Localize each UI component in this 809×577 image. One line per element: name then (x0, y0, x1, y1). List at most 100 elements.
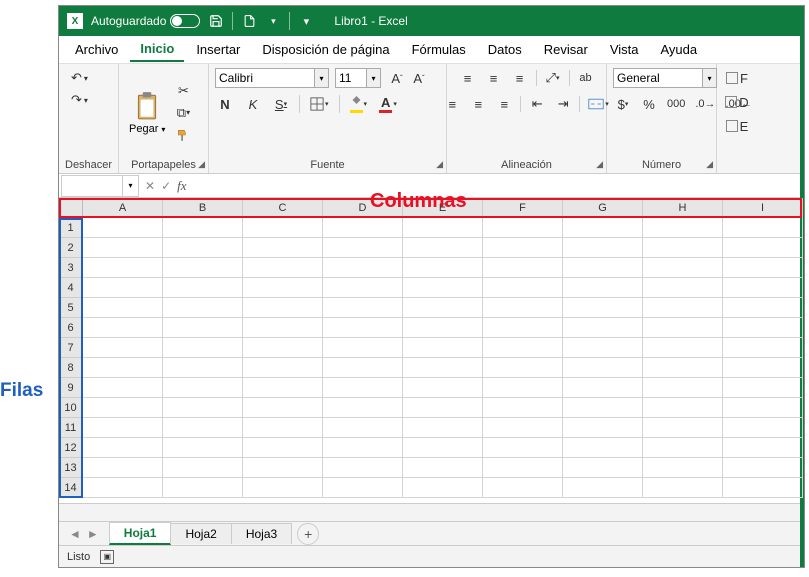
cell[interactable] (243, 398, 323, 418)
cell[interactable] (243, 418, 323, 438)
cell[interactable] (563, 218, 643, 238)
currency-button[interactable]: $ ▾ (613, 94, 633, 114)
name-box[interactable]: ▾ (61, 175, 139, 197)
horizontal-scrollbar[interactable] (59, 503, 804, 521)
cell[interactable] (403, 418, 483, 438)
cell[interactable] (243, 318, 323, 338)
cell[interactable] (643, 398, 723, 418)
fx-icon[interactable]: fx (177, 178, 186, 194)
chevron-down-icon[interactable]: ▾ (122, 176, 138, 196)
cell[interactable] (323, 278, 403, 298)
orientation-button[interactable]: ⤢▾ (543, 68, 563, 88)
cell[interactable] (323, 258, 403, 278)
cell[interactable] (563, 458, 643, 478)
cell[interactable] (563, 298, 643, 318)
column-header[interactable]: B (163, 198, 243, 218)
font-name-input[interactable] (215, 68, 315, 88)
cell[interactable] (163, 458, 243, 478)
cell[interactable] (723, 358, 803, 378)
cell[interactable] (163, 258, 243, 278)
cell[interactable] (323, 438, 403, 458)
decrease-indent-button[interactable]: ⇤ (527, 94, 547, 114)
cell[interactable] (323, 398, 403, 418)
cell[interactable] (243, 278, 323, 298)
cell[interactable] (723, 478, 803, 498)
chevron-down-icon[interactable]: ▾ (265, 13, 281, 29)
cell[interactable] (483, 258, 563, 278)
increase-indent-button[interactable]: ⇥ (553, 94, 573, 114)
cell[interactable] (163, 438, 243, 458)
align-top-button[interactable]: ≡ (458, 68, 478, 88)
cell[interactable] (243, 218, 323, 238)
menu-disposicion[interactable]: Disposición de página (252, 38, 399, 61)
font-color-button[interactable]: A▾ (377, 94, 399, 114)
cell[interactable] (163, 278, 243, 298)
cell[interactable] (83, 338, 163, 358)
cell[interactable] (723, 298, 803, 318)
cell[interactable] (83, 398, 163, 418)
cell[interactable] (643, 218, 723, 238)
cell[interactable] (483, 398, 563, 418)
cell[interactable] (83, 238, 163, 258)
cell[interactable] (83, 458, 163, 478)
cut-button[interactable]: ✂ (173, 81, 193, 101)
percent-button[interactable]: % (639, 94, 659, 114)
menu-formulas[interactable]: Fórmulas (402, 38, 476, 61)
cell[interactable] (643, 378, 723, 398)
cell[interactable] (643, 258, 723, 278)
cell[interactable] (403, 378, 483, 398)
cell[interactable] (83, 438, 163, 458)
row-header[interactable]: 8 (59, 358, 83, 378)
row-header[interactable]: 12 (59, 438, 83, 458)
row-header[interactable]: 6 (59, 318, 83, 338)
cell[interactable] (563, 378, 643, 398)
menu-ayuda[interactable]: Ayuda (651, 38, 708, 61)
cell[interactable] (163, 378, 243, 398)
cell[interactable] (323, 318, 403, 338)
select-all-corner[interactable] (59, 198, 83, 218)
cancel-formula-button[interactable]: ✕ (145, 179, 155, 193)
align-middle-button[interactable]: ≡ (484, 68, 504, 88)
italic-button[interactable]: K (243, 94, 263, 114)
cell[interactable] (483, 478, 563, 498)
cell[interactable] (723, 378, 803, 398)
cell[interactable] (83, 478, 163, 498)
cell[interactable] (483, 458, 563, 478)
cell[interactable] (403, 238, 483, 258)
row-header[interactable]: 3 (59, 258, 83, 278)
sheet-tab[interactable]: Hoja1 (109, 522, 172, 545)
cell[interactable] (483, 418, 563, 438)
cell[interactable] (83, 318, 163, 338)
conditional-format-button[interactable]: F (724, 68, 750, 88)
cell[interactable] (723, 318, 803, 338)
cell[interactable] (403, 318, 483, 338)
cell[interactable] (243, 238, 323, 258)
copy-button[interactable]: ⧉ ▾ (173, 103, 193, 123)
redo-button[interactable]: ↷ ▾ (69, 90, 90, 110)
font-size-combo[interactable]: ▾ (335, 68, 381, 88)
cell[interactable] (83, 298, 163, 318)
cell[interactable] (723, 258, 803, 278)
chevron-down-icon[interactable]: ▾ (315, 68, 329, 88)
chevron-down-icon[interactable]: ▾ (367, 68, 381, 88)
align-left-button[interactable]: ≡ (442, 94, 462, 114)
cell[interactable] (83, 258, 163, 278)
cell[interactable] (563, 238, 643, 258)
save-icon[interactable] (208, 13, 224, 29)
cell[interactable] (163, 478, 243, 498)
cell[interactable] (83, 218, 163, 238)
cell[interactable] (563, 438, 643, 458)
menu-insertar[interactable]: Insertar (186, 38, 250, 61)
number-format-input[interactable] (613, 68, 703, 88)
cell[interactable] (403, 338, 483, 358)
cell[interactable] (163, 318, 243, 338)
sheet-nav-next[interactable]: ► (87, 527, 99, 541)
align-right-button[interactable]: ≡ (494, 94, 514, 114)
cell[interactable] (403, 478, 483, 498)
underline-button[interactable]: S ▾ (271, 94, 291, 114)
autosave-toggle[interactable]: Autoguardado (91, 14, 200, 28)
column-header[interactable]: G (563, 198, 643, 218)
cell[interactable] (323, 478, 403, 498)
row-header[interactable]: 10 (59, 398, 83, 418)
menu-revisar[interactable]: Revisar (534, 38, 598, 61)
